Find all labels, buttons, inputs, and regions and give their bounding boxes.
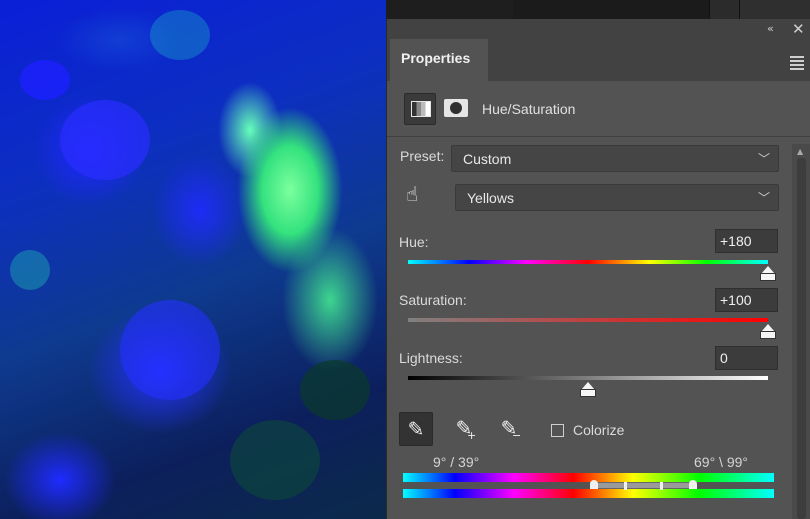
output-spectrum-bar — [403, 489, 774, 498]
properties-panel: ‹‹ ✕ Properties Hue/Saturation Preset: C… — [386, 19, 810, 519]
lightness-label: Lightness: — [399, 350, 463, 366]
range-handle-left-falloff[interactable] — [590, 480, 598, 489]
eyedropper-subtract-icon[interactable]: ✎ − — [492, 412, 526, 446]
eyedropper-icon[interactable]: ✎ — [399, 412, 433, 446]
hue-saturation-icon[interactable] — [404, 93, 436, 125]
hand-targeted-adjustment-icon[interactable]: ☝ — [406, 182, 418, 206]
range-handle-left[interactable] — [624, 482, 627, 490]
saturation-label: Saturation: — [399, 292, 467, 308]
strip-box — [739, 0, 810, 19]
panel-scrollbar[interactable]: ▲ — [792, 144, 810, 519]
top-document-strip — [513, 0, 810, 19]
range-handle-right[interactable] — [660, 482, 663, 490]
lightness-slider-track[interactable] — [408, 376, 768, 380]
strip-box — [709, 0, 739, 19]
panel-title-strip: ‹‹ ✕ — [387, 19, 810, 39]
chevron-down-icon: ﹀ — [757, 191, 770, 205]
panel-menu-icon[interactable] — [790, 56, 804, 72]
close-icon[interactable]: ✕ — [792, 20, 805, 38]
colorize-label: Colorize — [573, 422, 625, 438]
hue-input[interactable]: +180 — [715, 229, 778, 253]
eyedropper-add-icon[interactable]: ✎ + — [447, 412, 481, 446]
range-left-readout: 9° / 39° — [433, 454, 480, 470]
double-chevron-left-icon[interactable]: ‹‹ — [767, 22, 774, 35]
hue-label: Hue: — [399, 234, 429, 250]
colorize-checkbox[interactable] — [551, 424, 564, 437]
adjustment-title: Hue/Saturation — [482, 101, 576, 117]
chevron-down-icon: ﹀ — [757, 152, 770, 166]
preset-dropdown[interactable]: Custom ﹀ — [451, 145, 779, 172]
input-spectrum-bar — [403, 473, 774, 482]
range-handle-right-falloff[interactable] — [689, 480, 697, 489]
channel-dropdown[interactable]: Yellows ﹀ — [455, 184, 779, 211]
scroll-up-icon[interactable]: ▲ — [797, 147, 803, 156]
range-right-readout: 69° \ 99° — [694, 454, 749, 470]
saturation-input[interactable]: +100 — [715, 288, 778, 312]
layer-mask-icon[interactable] — [444, 99, 468, 117]
tab-properties[interactable]: Properties — [390, 39, 488, 82]
preset-value: Custom — [463, 151, 512, 167]
canvas-image[interactable] — [0, 0, 386, 519]
saturation-slider-track[interactable] — [408, 318, 768, 322]
panel-tabbar: Properties — [387, 39, 810, 82]
lightness-input[interactable]: 0 — [715, 346, 778, 370]
preset-label: Preset: — [400, 148, 445, 164]
adjustment-header: Hue/Saturation — [387, 81, 810, 137]
range-selector[interactable] — [593, 482, 693, 489]
channel-value: Yellows — [467, 190, 514, 206]
hue-slider-track[interactable] — [408, 260, 768, 264]
